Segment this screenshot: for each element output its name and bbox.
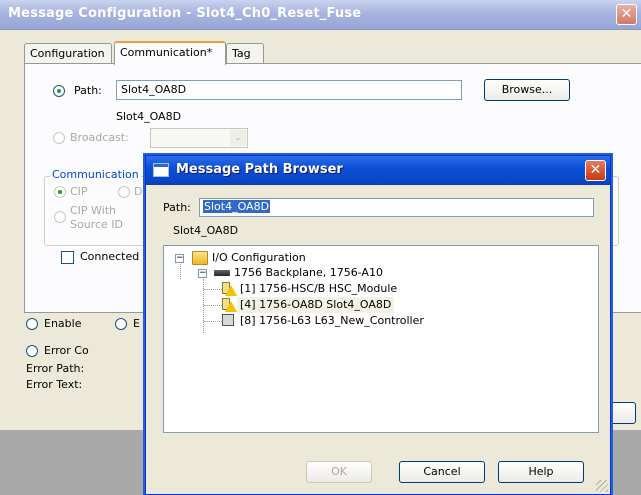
cip-label: CIP <box>70 185 88 198</box>
path-radio[interactable] <box>53 85 65 97</box>
browser-path-resolved-text: Slot4_OA8D <box>173 224 239 237</box>
browse-button[interactable]: Browse... <box>484 79 570 101</box>
browser-window-title: Message Path Browser <box>176 162 343 177</box>
tree-connector <box>204 321 222 322</box>
browser-path-label: Path: <box>163 201 191 214</box>
broadcast-select[interactable]: ⌄ <box>150 128 248 148</box>
tree-node-controller[interactable]: [8] 1756-L63 L63_New_Controller <box>240 313 424 329</box>
help-button[interactable]: Help <box>498 461 584 483</box>
chevron-down-icon: ⌄ <box>230 130 246 146</box>
tree-node-oa8d-module[interactable]: [4] 1756-OA8D Slot4_OA8D <box>237 297 395 313</box>
resize-grip-icon[interactable] <box>596 480 608 492</box>
cip-source-label-2: Source ID <box>70 218 123 231</box>
broadcast-radio[interactable] <box>53 132 65 144</box>
path-label: Path: <box>74 84 102 97</box>
tree-connector <box>204 289 222 290</box>
broadcast-label: Broadcast: <box>70 131 129 144</box>
dh-label: D <box>134 185 143 198</box>
connected-checkbox[interactable] <box>61 251 74 264</box>
cancel-button[interactable]: Cancel <box>399 461 485 483</box>
tree-node-hsc-module[interactable]: [1] 1756-HSC/B HSC_Module <box>240 281 397 297</box>
path-resolved-text: Slot4_OA8D <box>116 110 182 123</box>
connected-label: Connected <box>80 250 140 263</box>
tree-connector <box>204 305 222 306</box>
tree-node-backplane[interactable]: 1756 Backplane, 1756-A10 <box>234 265 383 281</box>
tree-collapse-icon[interactable]: − <box>175 254 184 263</box>
tab-communication[interactable]: Communication* <box>114 41 226 65</box>
backplane-icon <box>214 270 230 276</box>
window-icon <box>153 163 169 177</box>
error-path-label: Error Path: <box>26 362 85 375</box>
main-close-button[interactable]: ✕ <box>616 4 637 25</box>
tree-collapse-icon[interactable]: − <box>198 269 207 278</box>
browser-close-button[interactable]: ✕ <box>585 160 606 181</box>
tab-tag[interactable]: Tag <box>226 43 264 64</box>
folder-icon <box>192 251 208 265</box>
enable-waiting-label: E <box>133 317 140 330</box>
io-tree-view[interactable]: − I/O Configuration − 1756 Backplane, 17… <box>163 245 599 433</box>
tree-connector <box>180 264 181 279</box>
browser-title-bar[interactable]: Message Path Browser ✕ <box>146 156 610 185</box>
warning-module-icon <box>222 298 238 312</box>
cip-source-label-1: CIP With <box>70 204 117 217</box>
main-window-title: Message Configuration - Slot4_Ch0_Reset_… <box>8 6 362 21</box>
error-code-label: Error Co <box>44 344 89 357</box>
enable-waiting-radio <box>115 318 127 330</box>
browser-path-selected-text: Slot4_OA8D <box>203 200 271 213</box>
cip-source-radio[interactable] <box>54 211 66 223</box>
tree-node-io-configuration[interactable]: I/O Configuration <box>212 250 306 266</box>
main-title-bar[interactable]: Message Configuration - Slot4_Ch0_Reset_… <box>0 0 641 30</box>
tree-connector <box>203 279 204 333</box>
browser-path-input[interactable]: Slot4_OA8D <box>199 198 594 217</box>
enable-label: Enable <box>44 317 82 330</box>
tab-configuration[interactable]: Configuration <box>24 43 112 64</box>
dh-radio[interactable] <box>118 186 130 198</box>
error-code-radio <box>26 345 38 357</box>
warning-module-icon <box>222 282 238 296</box>
communication-group-label: Communication <box>50 168 141 181</box>
path-input[interactable]: Slot4_OA8D <box>116 80 462 100</box>
message-path-browser-dialog: Message Path Browser ✕ Path: Slot4_OA8D … <box>145 155 611 495</box>
controller-icon <box>222 314 234 326</box>
ok-button[interactable]: OK <box>306 461 372 483</box>
cip-radio[interactable] <box>54 186 66 198</box>
enable-radio <box>26 318 38 330</box>
error-text-label: Error Text: <box>26 378 83 391</box>
